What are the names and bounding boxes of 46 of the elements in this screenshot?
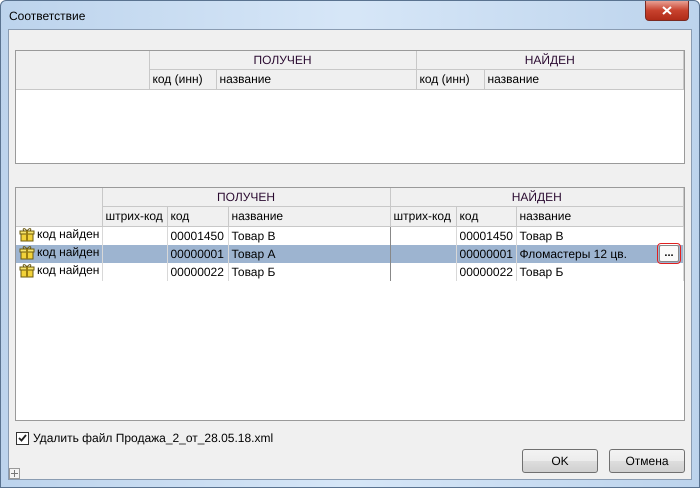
column-header[interactable]: код (инн) <box>149 69 216 89</box>
table-row[interactable]: код найден 00000022 Товар Б 00000022 Товар Б <box>16 262 684 280</box>
column-header[interactable]: название <box>484 69 684 89</box>
table-cell: 00001450 <box>460 228 513 242</box>
ellipsis-button[interactable]: ... <box>659 244 679 262</box>
delete-file-checkbox[interactable]: Удалить файл Продажа_2_от_28.05.18.xml <box>16 431 685 445</box>
gift-icon <box>19 226 35 242</box>
checkbox[interactable] <box>16 432 29 444</box>
expand-icon[interactable] <box>9 468 20 479</box>
table-cell: Товар В <box>232 228 276 242</box>
column-header[interactable]: название <box>516 206 684 226</box>
column-header[interactable]: код <box>456 206 516 226</box>
group-header: НАЙДЕН <box>390 188 684 206</box>
table-cell: 00000022 <box>460 264 513 278</box>
gift-icon <box>19 262 35 278</box>
table-cell: Товар Б <box>520 264 564 278</box>
close-button[interactable] <box>645 1 689 21</box>
table-row[interactable]: код найден 00001450 Товар В 00001450 Товар В <box>16 226 684 244</box>
group-header: ПОЛУЧЕН <box>149 51 416 69</box>
table-cell: 00000001 <box>460 246 513 260</box>
table-cell: 00000001 <box>170 246 224 260</box>
close-icon <box>662 6 672 15</box>
column-header[interactable]: код (инн) <box>416 69 484 89</box>
table-row[interactable]: код найден 00000001 Товар А 00000001 Фломастеры 12 цв. ... <box>16 244 684 262</box>
ok-button[interactable]: OK <box>522 449 598 473</box>
group-header: ПОЛУЧЕН <box>102 188 390 206</box>
column-header[interactable]: название <box>216 69 416 89</box>
table-cell: 00000022 <box>170 264 224 278</box>
status-text: код найден <box>37 245 100 259</box>
gift-icon <box>19 244 35 260</box>
column-header[interactable]: название <box>228 206 390 226</box>
status-text: код найден <box>37 263 100 277</box>
check-icon <box>18 434 27 442</box>
checkbox-label: Удалить файл Продажа_2_от_28.05.18.xml <box>33 431 274 445</box>
table-cell: Товар Б <box>232 264 276 278</box>
window-title: Соответствие <box>9 9 86 23</box>
cancel-button[interactable]: Отмена <box>609 449 685 473</box>
table-cell: Товар А <box>232 246 276 260</box>
column-header[interactable]: штрих-код <box>390 206 456 226</box>
status-text: код найден <box>37 227 100 241</box>
group-header: НАЙДЕН <box>416 51 684 69</box>
column-header[interactable]: штрих-код <box>102 206 167 226</box>
table-cell: Фломастеры 12 цв. <box>520 246 627 260</box>
column-header[interactable]: код <box>167 206 228 226</box>
table-cell: Товар В <box>520 228 564 242</box>
table-cell: 00001450 <box>170 228 224 242</box>
